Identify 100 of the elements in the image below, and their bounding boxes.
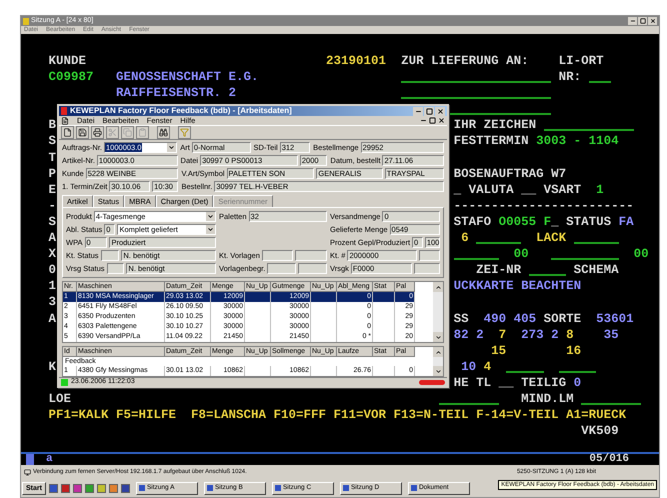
window-title: KEWEPLAN Factory Floor Feedback (bdb) - [Arbeitsdaten]: [70, 106, 292, 116]
input-field[interactable]: [588, 81, 612, 84]
input-field[interactable]: [558, 370, 596, 373]
brand-logo-icon: [419, 380, 445, 384]
scroll-down-icon[interactable]: [433, 332, 443, 342]
terminal-text: FESTTERMIN: [454, 133, 529, 150]
input-field[interactable]: [401, 81, 552, 84]
terminal-text: X: [48, 246, 56, 262]
scrollbar[interactable]: [433, 282, 443, 342]
input-field[interactable]: [106, 263, 124, 274]
cursor-block: [26, 454, 34, 465]
terminal-text: 00: [634, 246, 649, 262]
input-field[interactable]: [544, 129, 634, 132]
terminal-text: SCHEMA: [574, 262, 619, 278]
terminal-text: KUNDE: [48, 53, 86, 70]
terminal-text: _ STATUS: [551, 214, 612, 230]
terminal-text: GENOSSENSCHAFT E.G.: [116, 69, 259, 86]
terminal-text: TEILIG: [521, 374, 566, 391]
dropdown-arrow-icon[interactable]: [167, 143, 176, 152]
scroll-up-icon[interactable]: [433, 347, 443, 357]
terminal-text: 7: [498, 326, 506, 343]
terminal-text: B: [48, 117, 56, 134]
binoculars-icon[interactable]: [157, 126, 170, 139]
close-icon[interactable]: [648, 17, 657, 25]
minimize-icon[interactable]: [420, 117, 427, 124]
input-field[interactable]: [581, 403, 642, 406]
input-field[interactable]: [506, 370, 544, 373]
terminal-status-text: a: [46, 452, 53, 468]
terminal-text: LI-ORT: [558, 53, 604, 70]
window-icon: [342, 485, 349, 491]
terminal-text: 4: [484, 358, 492, 375]
clipboard-icon[interactable]: [136, 126, 149, 139]
restore-icon[interactable]: [429, 117, 436, 124]
close-icon[interactable]: [438, 117, 445, 124]
copy-icon[interactable]: [121, 126, 134, 139]
window-icon: [274, 485, 281, 491]
terminal-text: RAIFFEISENSTR. 2: [116, 85, 236, 102]
terminal-text: 8: [566, 326, 574, 343]
input-field[interactable]: [100, 250, 120, 261]
input-field[interactable]: [454, 258, 499, 260]
maximize-icon[interactable]: [638, 17, 647, 25]
terminal-text: ZEI-NR: [476, 262, 522, 278]
terminal-text: STAFO: [454, 214, 492, 230]
minimize-icon[interactable]: [628, 17, 637, 25]
window-icon: [410, 485, 417, 491]
input-field[interactable]: [418, 250, 440, 261]
funnel-icon[interactable]: [178, 126, 191, 139]
dropdown-arrow-icon[interactable]: [206, 225, 215, 234]
terminal-text: A: [48, 230, 56, 246]
minimize-icon[interactable]: [413, 106, 423, 116]
input-field[interactable]: [401, 97, 552, 100]
terminal-text: E: [48, 182, 56, 198]
input-field[interactable]: [528, 274, 566, 276]
terminal-status-text: 05/016: [589, 452, 629, 468]
input-field[interactable]: [267, 263, 296, 274]
terminal-text: 3: [48, 294, 56, 310]
terminal-text: LOE: [48, 390, 72, 408]
terminal-text: S: [48, 214, 56, 230]
terminal-text: 1: [48, 278, 56, 294]
terminal-text: 0: [48, 262, 56, 278]
terminal-text: 405: [514, 310, 536, 327]
scroll-up-icon[interactable]: [433, 282, 443, 292]
dropdown-arrow-icon[interactable]: [206, 212, 215, 221]
terminal-text: 15: [491, 342, 506, 359]
terminal-text: A: [48, 310, 56, 327]
terminal-text: IHR ZEICHEN: [454, 117, 536, 134]
new-file-icon[interactable]: [61, 126, 74, 139]
terminal-text: ------------------------: [454, 198, 634, 214]
terminal-text: 3003 - 1104: [536, 133, 619, 150]
close-icon[interactable]: [435, 106, 445, 116]
input-field[interactable]: [414, 263, 440, 274]
scroll-down-icon[interactable]: [433, 366, 443, 376]
input-field[interactable]: [551, 258, 619, 260]
terminal-text: PF1=KALK F5=HILFE F8=LANSCHA F10=FFF F11=VOR F13=N-TEIL F-14=V-TEIL A1=RUECK: [48, 407, 626, 424]
app-icon: [23, 18, 29, 24]
terminal-text: S: [48, 133, 56, 150]
terminal-text: FA: [618, 214, 634, 230]
window-icon: [138, 485, 145, 491]
terminal-text: T: [48, 150, 56, 166]
terminal-text: NR:: [558, 69, 582, 86]
scrollbar[interactable]: [433, 347, 443, 376]
input-field[interactable]: [295, 250, 327, 261]
input-field[interactable]: [476, 242, 522, 244]
save-icon[interactable]: [76, 126, 89, 139]
window-icon: [206, 485, 213, 491]
terminal-text: C09987: [48, 69, 94, 86]
terminal-text: SS: [454, 310, 469, 327]
input-field[interactable]: [574, 242, 619, 244]
terminal-text: 23190101: [326, 53, 386, 70]
terminal-text: BOSENAUFTRAG W7: [454, 166, 566, 182]
maximize-icon[interactable]: [424, 106, 434, 116]
input-field[interactable]: [438, 403, 499, 406]
printer-icon[interactable]: [91, 126, 104, 139]
terminal-text: P: [48, 166, 56, 182]
terminal-text: O0055 F: [498, 214, 552, 230]
terminal-text: -: [48, 198, 56, 214]
input-field[interactable]: [262, 250, 294, 261]
input-field[interactable]: [298, 263, 328, 274]
terminal-text: MIND.LM: [521, 390, 574, 408]
terminal-text: 6: [461, 230, 469, 246]
